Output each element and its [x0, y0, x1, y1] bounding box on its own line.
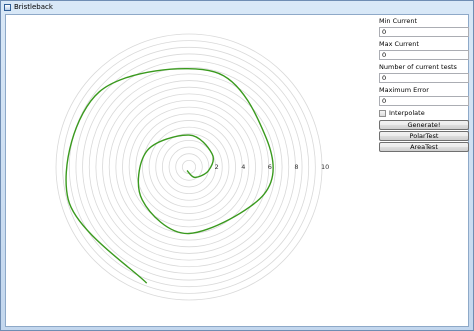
main-window: Bristleback 2 4 6 8 10 Min Current Max Curre…	[0, 0, 474, 331]
window-title: Bristleback	[14, 3, 53, 11]
polar-chart-svg: 2 4 6 8 10	[55, 33, 330, 301]
interpolate-row[interactable]: Interpolate	[379, 109, 425, 117]
max-current-input[interactable]	[379, 50, 469, 60]
grid-ring	[155, 133, 223, 201]
title-bar[interactable]: Bristleback	[1, 1, 473, 13]
num-tests-label: Number of current tests	[379, 63, 457, 71]
polar-test-button[interactable]: PolarTest	[379, 131, 469, 141]
area-test-button[interactable]: AreaTest	[379, 142, 469, 152]
radial-tick-label: 2	[215, 163, 219, 171]
interpolate-label: Interpolate	[389, 109, 425, 117]
client-area: 2 4 6 8 10 Min Current Max Current Number of…	[5, 14, 469, 327]
radial-tick-label: 10	[321, 163, 329, 171]
max-error-label: Maximum Error	[379, 86, 429, 94]
radial-tick-labels: 2 4 6 8 10	[215, 163, 330, 171]
app-window-icon	[4, 3, 11, 11]
generate-button[interactable]: Generate!	[379, 120, 469, 130]
radial-tick-label: 8	[294, 163, 298, 171]
grid-ring	[181, 159, 197, 175]
interpolate-checkbox[interactable]	[379, 109, 386, 117]
min-current-label: Min Current	[379, 17, 418, 25]
grid-ring	[88, 66, 290, 268]
max-current-label: Max Current	[379, 40, 419, 48]
polar-grid	[55, 33, 323, 301]
grid-ring	[82, 60, 296, 274]
grid-ring	[168, 146, 210, 188]
grid-ring	[95, 73, 283, 261]
grid-ring	[161, 140, 216, 195]
grid-ring	[62, 40, 316, 294]
control-panel: Min Current Max Current Number of curren…	[377, 15, 469, 326]
radial-tick-label: 6	[268, 163, 272, 171]
max-error-input[interactable]	[379, 96, 469, 106]
grid-ring	[102, 80, 276, 254]
radial-tick-label: 4	[241, 163, 245, 171]
polar-chart: 2 4 6 8 10	[6, 15, 376, 326]
grid-ring	[135, 113, 243, 221]
min-current-input[interactable]	[379, 27, 469, 37]
num-tests-input[interactable]	[379, 73, 469, 83]
